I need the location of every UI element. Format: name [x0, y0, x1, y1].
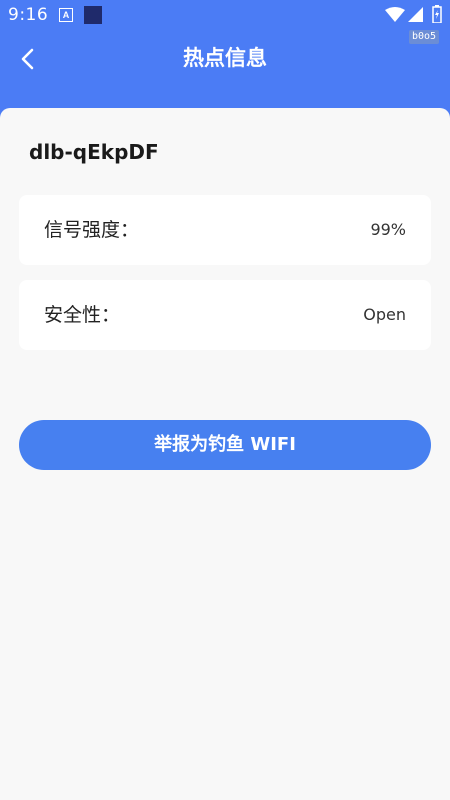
status-bar: 9:16 A — [0, 0, 450, 32]
wifi-icon — [385, 7, 405, 22]
security-label: 安全性： — [44, 304, 121, 326]
report-phishing-wifi-button[interactable]: 举报为钓鱼 WIFI — [19, 420, 431, 470]
notification-square-icon — [84, 6, 102, 24]
page-title: 热点信息 — [183, 46, 267, 70]
security-row: 安全性： Open — [19, 280, 431, 350]
hotspot-ssid: dlb-qEkpDF — [29, 140, 159, 164]
signal-strength-label: 信号强度： — [44, 219, 140, 241]
accessibility-a-icon: A — [59, 8, 73, 22]
status-time: 9:16 — [8, 5, 49, 25]
signal-strength-row: 信号强度： 99% — [19, 195, 431, 265]
security-value: Open — [363, 305, 406, 324]
signal-strength-value: 99% — [370, 220, 406, 239]
cellular-signal-icon — [408, 7, 423, 22]
battery-icon — [432, 5, 442, 23]
